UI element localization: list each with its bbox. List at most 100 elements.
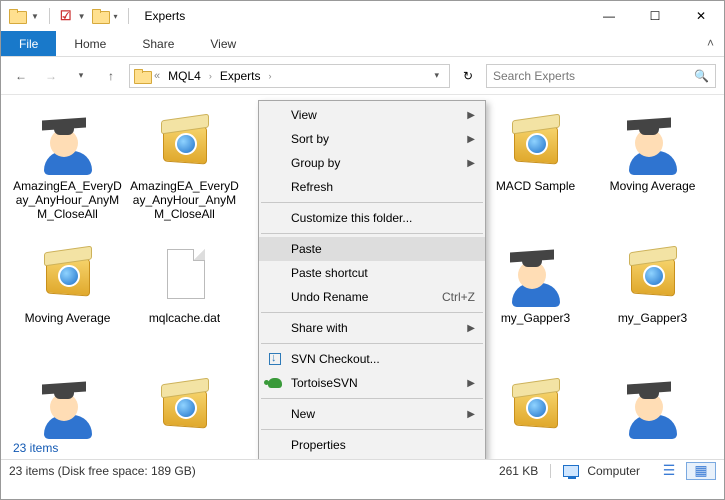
breadcrumb-experts[interactable]: Experts [216,69,265,83]
view-icons-button[interactable]: ▦ [686,462,716,480]
box-icon [504,111,568,175]
separator [261,398,483,399]
chevron-right-icon: ▶ [467,134,475,145]
file-item[interactable]: Moving Average [9,235,126,367]
nav-back-button[interactable]: ← [9,64,33,88]
nav-recent-dropdown[interactable]: ▾ [69,64,93,88]
close-button[interactable]: ✕ [678,1,724,31]
ctx-paste-shortcut[interactable]: Paste shortcut [259,261,485,285]
qat-newfolder-icon[interactable] [92,9,108,23]
file-label: AmazingEA_EveryDay_AnyHour_AnyMM_CloseAl… [13,179,122,221]
ribbon-expand-icon[interactable]: ˄ [697,31,724,56]
qat-customize-icon[interactable]: ▾ [114,12,118,21]
nav-forward-button[interactable]: → [39,64,63,88]
separator [261,202,483,203]
file-view[interactable]: AmazingEA_EveryDay_AnyHour_AnyMM_CloseAl… [1,95,724,459]
qat-dropdown-icon[interactable]: ▼ [78,12,86,21]
box-icon [153,375,217,439]
tab-view[interactable]: View [192,31,254,56]
tab-share[interactable]: Share [124,31,192,56]
chevron-right-icon: ▶ [467,158,475,169]
file-label: mqlcache.dat [149,311,220,325]
app-folder-icon [9,9,25,23]
title-bar: ▼ ☑ ▼ ▾ Experts — ☐ ✕ [1,1,724,31]
breadcrumb-mql4[interactable]: MQL4 [164,69,205,83]
separator [261,429,483,430]
separator [128,8,129,24]
file-item[interactable] [594,367,711,459]
search-input[interactable]: Search Experts 🔍 [486,64,716,88]
ctx-customize[interactable]: Customize this folder... [259,206,485,230]
expert-icon [36,375,100,439]
file-label: Moving Average [610,179,696,193]
expert-icon [504,243,568,307]
view-details-button[interactable]: ☰ [654,462,684,480]
chevron-right-icon[interactable]: › [209,71,212,81]
separator [261,312,483,313]
separator [261,233,483,234]
file-item[interactable] [477,367,594,459]
search-placeholder: Search Experts [493,69,575,83]
chevron-right-icon: ▶ [467,323,475,334]
doc-icon [153,243,217,307]
refresh-button[interactable]: ↻ [456,64,480,88]
ctx-paste[interactable]: Paste [259,237,485,261]
qat-dropdown-icon[interactable]: ▼ [31,12,39,21]
ctx-undo-rename[interactable]: Undo RenameCtrl+Z [259,285,485,309]
box-icon [153,111,217,175]
file-item[interactable]: MACD Sample [477,103,594,235]
chevron-right-icon[interactable]: › [269,71,272,81]
address-bar[interactable]: « MQL4 › Experts › ▾ [129,64,450,88]
context-menu: View▶ Sort by▶ Group by▶ Refresh Customi… [258,100,486,459]
address-dropdown-icon[interactable]: ▾ [428,70,445,81]
box-icon [504,375,568,439]
tortoise-icon [267,375,283,391]
computer-icon [563,465,579,477]
separator [261,343,483,344]
ctx-sort-by[interactable]: Sort by▶ [259,127,485,151]
ctx-properties[interactable]: Properties [259,433,485,457]
search-icon: 🔍 [694,69,709,83]
ctx-view[interactable]: View▶ [259,103,485,127]
ribbon-bar: File Home Share View ˄ [1,31,724,57]
status-left: 23 items (Disk free space: 189 GB) [9,464,196,478]
file-item[interactable]: mqlcache.dat [126,235,243,367]
separator [550,464,551,478]
file-item[interactable]: AmazingEA_EveryDay_AnyHour_AnyMM_CloseAl… [9,103,126,235]
chevron-right-icon: ▶ [467,378,475,389]
ctx-tortoisesvn[interactable]: TortoiseSVN▶ [259,371,485,395]
file-item[interactable]: my_Gapper3 [477,235,594,367]
file-label: AmazingEA_EveryDay_AnyHour_AnyMM_CloseAl… [130,179,239,221]
address-folder-icon [134,69,150,83]
ctx-refresh[interactable]: Refresh [259,175,485,199]
item-count: 23 items [13,441,58,455]
file-item[interactable] [126,367,243,459]
file-item[interactable]: AmazingEA_EveryDay_AnyHour_AnyMM_CloseAl… [126,103,243,235]
qat-properties-icon[interactable]: ☑ [60,8,72,24]
file-tab[interactable]: File [1,31,56,56]
nav-up-button[interactable]: ↑ [99,64,123,88]
file-label: MACD Sample [496,179,575,193]
maximize-button[interactable]: ☐ [632,1,678,31]
chevron-right-icon: ▶ [467,110,475,121]
chevron-right-icon: ▶ [467,409,475,420]
file-item[interactable]: Moving Average [594,103,711,235]
file-label: Moving Average [25,311,111,325]
minimize-button[interactable]: — [586,1,632,31]
expert-icon [36,111,100,175]
ctx-new[interactable]: New▶ [259,402,485,426]
separator [49,8,50,24]
expert-icon [621,111,685,175]
nav-bar: ← → ▾ ↑ « MQL4 › Experts › ▾ ↻ Search Ex… [1,57,724,95]
ctx-svn-checkout[interactable]: SVN Checkout... [259,347,485,371]
box-icon [621,243,685,307]
file-label: my_Gapper3 [618,311,687,325]
file-item[interactable]: my_Gapper3 [594,235,711,367]
ctx-share-with[interactable]: Share with▶ [259,316,485,340]
ctx-group-by[interactable]: Group by▶ [259,151,485,175]
box-icon [36,243,100,307]
expert-icon [621,375,685,439]
tab-home[interactable]: Home [56,31,124,56]
ctx-shortcut: Ctrl+Z [442,290,475,304]
breadcrumb-prefix-icon[interactable]: « [154,70,160,82]
